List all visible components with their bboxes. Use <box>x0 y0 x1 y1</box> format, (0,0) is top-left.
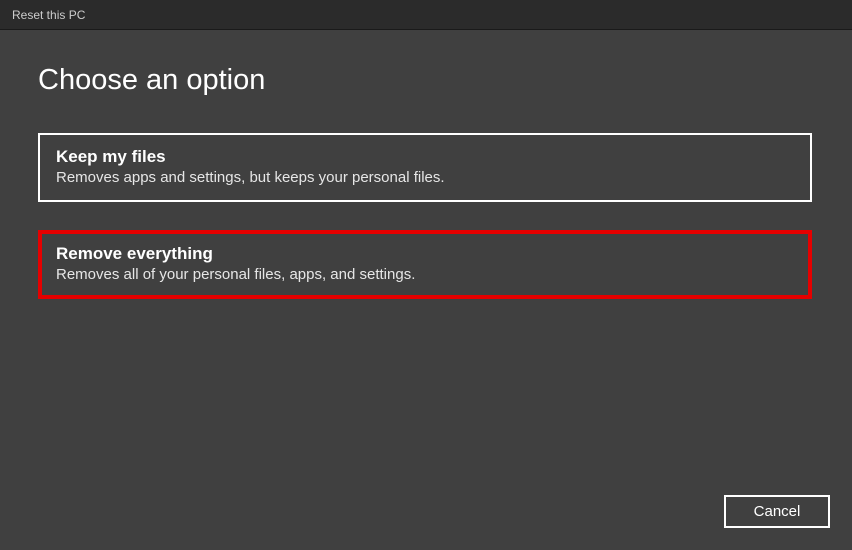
option-keep-my-files[interactable]: Keep my files Removes apps and settings,… <box>38 133 812 202</box>
option-title: Keep my files <box>56 147 794 167</box>
dialog-footer: Cancel <box>724 495 830 528</box>
option-title: Remove everything <box>56 244 794 264</box>
page-title: Choose an option <box>38 64 814 97</box>
window-title: Reset this PC <box>12 8 85 22</box>
cancel-button[interactable]: Cancel <box>724 495 830 528</box>
option-description: Removes all of your personal files, apps… <box>56 266 794 283</box>
option-remove-everything[interactable]: Remove everything Removes all of your pe… <box>38 230 812 299</box>
dialog-content: Choose an option Keep my files Removes a… <box>0 30 852 347</box>
option-description: Removes apps and settings, but keeps you… <box>56 169 794 186</box>
titlebar: Reset this PC <box>0 0 852 30</box>
